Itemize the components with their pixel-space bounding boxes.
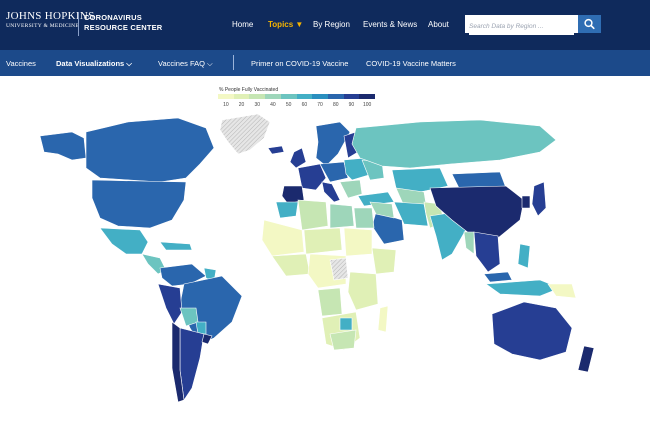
world-vaccination-map[interactable] (0, 108, 650, 427)
legend-swatch (359, 94, 376, 99)
nav-events-news[interactable]: Events & News (363, 20, 417, 29)
egypt (353, 207, 375, 229)
uruguay (201, 333, 213, 345)
legend-swatch (343, 94, 360, 99)
legend-title: % People Fully Vaccinated (219, 87, 279, 93)
scandinavia (315, 121, 351, 167)
angola (317, 287, 343, 317)
logo-divider (78, 12, 79, 36)
logo-line-1: JOHNS HOPKINS (6, 10, 95, 22)
resource-center-title[interactable]: CORONAVIRUS RESOURCE CENTER (84, 13, 162, 33)
subnav-divider (233, 55, 234, 70)
search-input[interactable] (469, 18, 574, 35)
myanmar (463, 231, 475, 255)
legend-swatch (218, 94, 234, 99)
peru-ecuador (157, 283, 183, 325)
central-sahel (303, 227, 343, 255)
canada (85, 117, 215, 183)
alaska (39, 131, 87, 161)
legend-swatch (280, 94, 297, 99)
japan (531, 181, 547, 217)
argentina (179, 327, 205, 401)
legend-swatch (327, 94, 344, 99)
russia (351, 119, 557, 169)
greenland (219, 113, 271, 155)
johns-hopkins-logo[interactable]: JOHNS HOPKINS UNIVERSITY & MEDICINE (6, 10, 95, 30)
legend-swatch (265, 94, 281, 99)
caribbean (159, 241, 193, 251)
legend-color-scale (218, 94, 376, 99)
search-box[interactable] (465, 15, 578, 35)
search-icon (584, 18, 595, 30)
subnav-vaccine-matters[interactable]: COVID-19 Vaccine Matters (366, 59, 456, 68)
resource-center-line-1: CORONAVIRUS (84, 13, 142, 22)
subnav-vaccines-faq[interactable]: Vaccines FAQ ⌵ (158, 59, 213, 69)
west-africa-coast (271, 253, 311, 277)
usa (91, 179, 187, 229)
west-sahel (261, 219, 305, 257)
malaysia (483, 271, 513, 283)
logo-line-2: UNIVERSITY & MEDICINE (6, 23, 80, 29)
east-africa (347, 271, 379, 311)
ethiopia-horn (371, 247, 397, 275)
sudan (343, 227, 373, 257)
uk-ireland (289, 147, 307, 169)
legend-swatch (312, 94, 328, 99)
italy (321, 181, 341, 203)
indonesia (485, 279, 561, 297)
nav-topics[interactable]: Topics ▼ (268, 20, 303, 29)
morocco (275, 201, 299, 219)
philippines (517, 243, 531, 269)
algeria (297, 199, 329, 231)
botswana (339, 317, 353, 331)
subnav-vaccines[interactable]: Vaccines (6, 59, 36, 68)
nav-by-region[interactable]: By Region (313, 20, 350, 29)
korea (521, 195, 531, 209)
balkans (339, 179, 363, 199)
libya (329, 203, 355, 229)
iceland (267, 145, 285, 155)
resource-center-line-2: RESOURCE CENTER (84, 23, 163, 32)
legend-swatch (249, 94, 266, 99)
indochina (473, 231, 501, 273)
subnav-primer[interactable]: Primer on COVID-19 Vaccine (251, 59, 348, 68)
mexico (99, 227, 149, 255)
legend-swatch (296, 94, 313, 99)
madagascar (377, 305, 389, 333)
australia (491, 301, 573, 361)
new-zealand (577, 345, 595, 373)
iraq-syria (369, 201, 395, 219)
legend-swatch (233, 94, 250, 99)
nav-about[interactable]: About (428, 20, 449, 29)
subnav-data-visualizations[interactable]: Data Visualizations ⌵ (56, 59, 132, 69)
search-button[interactable] (578, 15, 601, 33)
nav-home[interactable]: Home (232, 20, 253, 29)
